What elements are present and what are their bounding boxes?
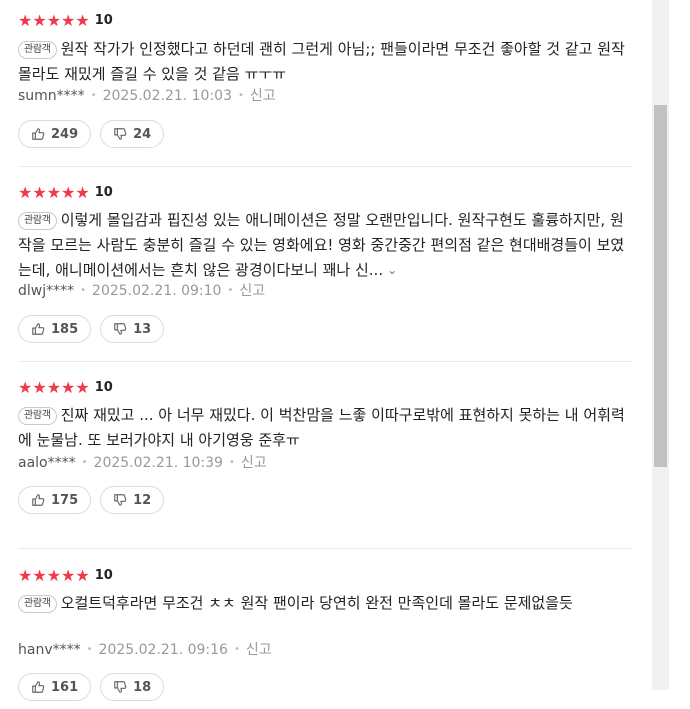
review-meta: hanv**** • 2025.02.21. 09:16 • 신고 <box>18 641 272 659</box>
review-meta: sumn**** • 2025.02.21. 10:03 • 신고 <box>18 87 276 105</box>
scrollbar-thumb[interactable] <box>654 105 667 467</box>
review-item: ★★★★★ 10 관람객 원작 작가가 인정했다고 하던데 괜히 그런게 아님;;… <box>18 0 632 167</box>
rating: ★★★★★ 10 <box>18 12 113 30</box>
review-date: 2025.02.21. 09:16 <box>98 642 228 658</box>
username: aalo**** <box>18 455 76 471</box>
thumbs-up-icon <box>32 128 45 140</box>
thumbs-up-icon <box>32 494 45 506</box>
thumbs-down-icon <box>114 323 127 335</box>
rating: ★★★★★ 10 <box>18 567 113 585</box>
report-link[interactable]: 신고 <box>239 282 265 300</box>
thumbs-up-icon <box>32 681 45 693</box>
chevron-down-icon[interactable]: ⌄ <box>387 258 397 283</box>
review-body: 관람객 이렇게 몰입감과 핍진성 있는 애니메이션은 정말 오랜만입니다. 원작구… <box>18 208 630 283</box>
reaction-buttons: 249 24 <box>18 120 165 148</box>
review-meta: aalo**** • 2025.02.21. 10:39 • 신고 <box>18 454 267 472</box>
username: sumn**** <box>18 88 85 104</box>
rating: ★★★★★ 10 <box>18 379 113 397</box>
rating: ★★★★★ 10 <box>18 184 113 202</box>
review-item: ★★★★★ 10 관람객 진짜 재밌고 ... 아 너무 재밌다. 이 벅찬맘을 … <box>18 362 632 549</box>
separator-dot: • <box>80 285 87 296</box>
review-text: 이렇게 몰입감과 핍진성 있는 애니메이션은 정말 오랜만입니다. 원작구현도 … <box>18 211 625 279</box>
review-text: 원작 작가가 인정했다고 하던데 괜히 그런게 아님;; 팬들이라면 무조건 좋… <box>18 40 625 83</box>
review-date: 2025.02.21. 09:10 <box>92 283 222 299</box>
star-rating-icon: ★★★★★ <box>18 566 90 585</box>
like-button[interactable]: 175 <box>18 486 92 514</box>
review-body: 관람객 오컬트덕후라면 무조건 ㅊㅊ 원작 팬이라 당연히 완전 만족인데 몰라도… <box>18 591 630 616</box>
dislike-count: 12 <box>133 492 152 508</box>
report-link[interactable]: 신고 <box>250 87 276 105</box>
thumbs-down-icon <box>114 128 127 140</box>
separator-dot: • <box>86 644 93 655</box>
audience-badge: 관람객 <box>18 595 57 613</box>
review-body: 관람객 진짜 재밌고 ... 아 너무 재밌다. 이 벅찬맘을 느좋 이따구로밖에… <box>18 403 630 453</box>
dislike-count: 18 <box>133 679 152 695</box>
reaction-buttons: 161 18 <box>18 673 165 701</box>
review-body: 관람객 원작 작가가 인정했다고 하던데 괜히 그런게 아님;; 팬들이라면 무조… <box>18 37 630 87</box>
review-item: ★★★★★ 10 관람객 오컬트덕후라면 무조건 ㅊㅊ 원작 팬이라 당연히 완전… <box>18 549 632 709</box>
thumbs-down-icon <box>114 494 127 506</box>
review-item: ★★★★★ 10 관람객 이렇게 몰입감과 핍진성 있는 애니메이션은 정말 오랜… <box>18 167 632 362</box>
review-date: 2025.02.21. 10:03 <box>102 88 232 104</box>
thumbs-down-icon <box>114 681 127 693</box>
separator-dot: • <box>228 457 235 468</box>
review-text: 진짜 재밌고 ... 아 너무 재밌다. 이 벅찬맘을 느좋 이따구로밖에 표현… <box>18 406 625 449</box>
review-text: 오컬트덕후라면 무조건 ㅊㅊ 원작 팬이라 당연히 완전 만족인데 몰라도 문제… <box>60 594 573 612</box>
separator-dot: • <box>227 285 234 296</box>
rating-score: 10 <box>94 380 113 395</box>
rating-score: 10 <box>94 13 113 28</box>
review-list: ★★★★★ 10 관람객 원작 작가가 인정했다고 하던데 괜히 그런게 아님;;… <box>18 0 632 709</box>
separator-dot: • <box>81 457 88 468</box>
rating-score: 10 <box>94 185 113 200</box>
review-meta: dlwj**** • 2025.02.21. 09:10 • 신고 <box>18 282 265 300</box>
separator-dot: • <box>90 90 97 101</box>
dislike-button[interactable]: 13 <box>100 315 165 343</box>
like-button[interactable]: 161 <box>18 673 92 701</box>
star-rating-icon: ★★★★★ <box>18 378 90 397</box>
audience-badge: 관람객 <box>18 407 57 425</box>
dislike-button[interactable]: 24 <box>100 120 165 148</box>
separator-dot: • <box>233 644 240 655</box>
report-link[interactable]: 신고 <box>241 454 267 472</box>
dislike-count: 13 <box>133 321 152 337</box>
audience-badge: 관람객 <box>18 41 57 59</box>
thumbs-up-icon <box>32 323 45 335</box>
like-count: 185 <box>51 321 79 337</box>
dislike-count: 24 <box>133 126 152 142</box>
dislike-button[interactable]: 18 <box>100 673 165 701</box>
like-button[interactable]: 185 <box>18 315 92 343</box>
username: dlwj**** <box>18 283 75 299</box>
like-count: 161 <box>51 679 79 695</box>
star-rating-icon: ★★★★★ <box>18 11 90 30</box>
review-date: 2025.02.21. 10:39 <box>93 455 223 471</box>
star-rating-icon: ★★★★★ <box>18 183 90 202</box>
dislike-button[interactable]: 12 <box>100 486 165 514</box>
username: hanv**** <box>18 642 81 658</box>
reaction-buttons: 175 12 <box>18 486 165 514</box>
like-button[interactable]: 249 <box>18 120 92 148</box>
like-count: 175 <box>51 492 79 508</box>
audience-badge: 관람객 <box>18 212 57 230</box>
separator-dot: • <box>238 90 244 101</box>
like-count: 249 <box>51 126 79 142</box>
rating-score: 10 <box>94 568 113 583</box>
report-link[interactable]: 신고 <box>246 641 272 659</box>
reaction-buttons: 185 13 <box>18 315 165 343</box>
